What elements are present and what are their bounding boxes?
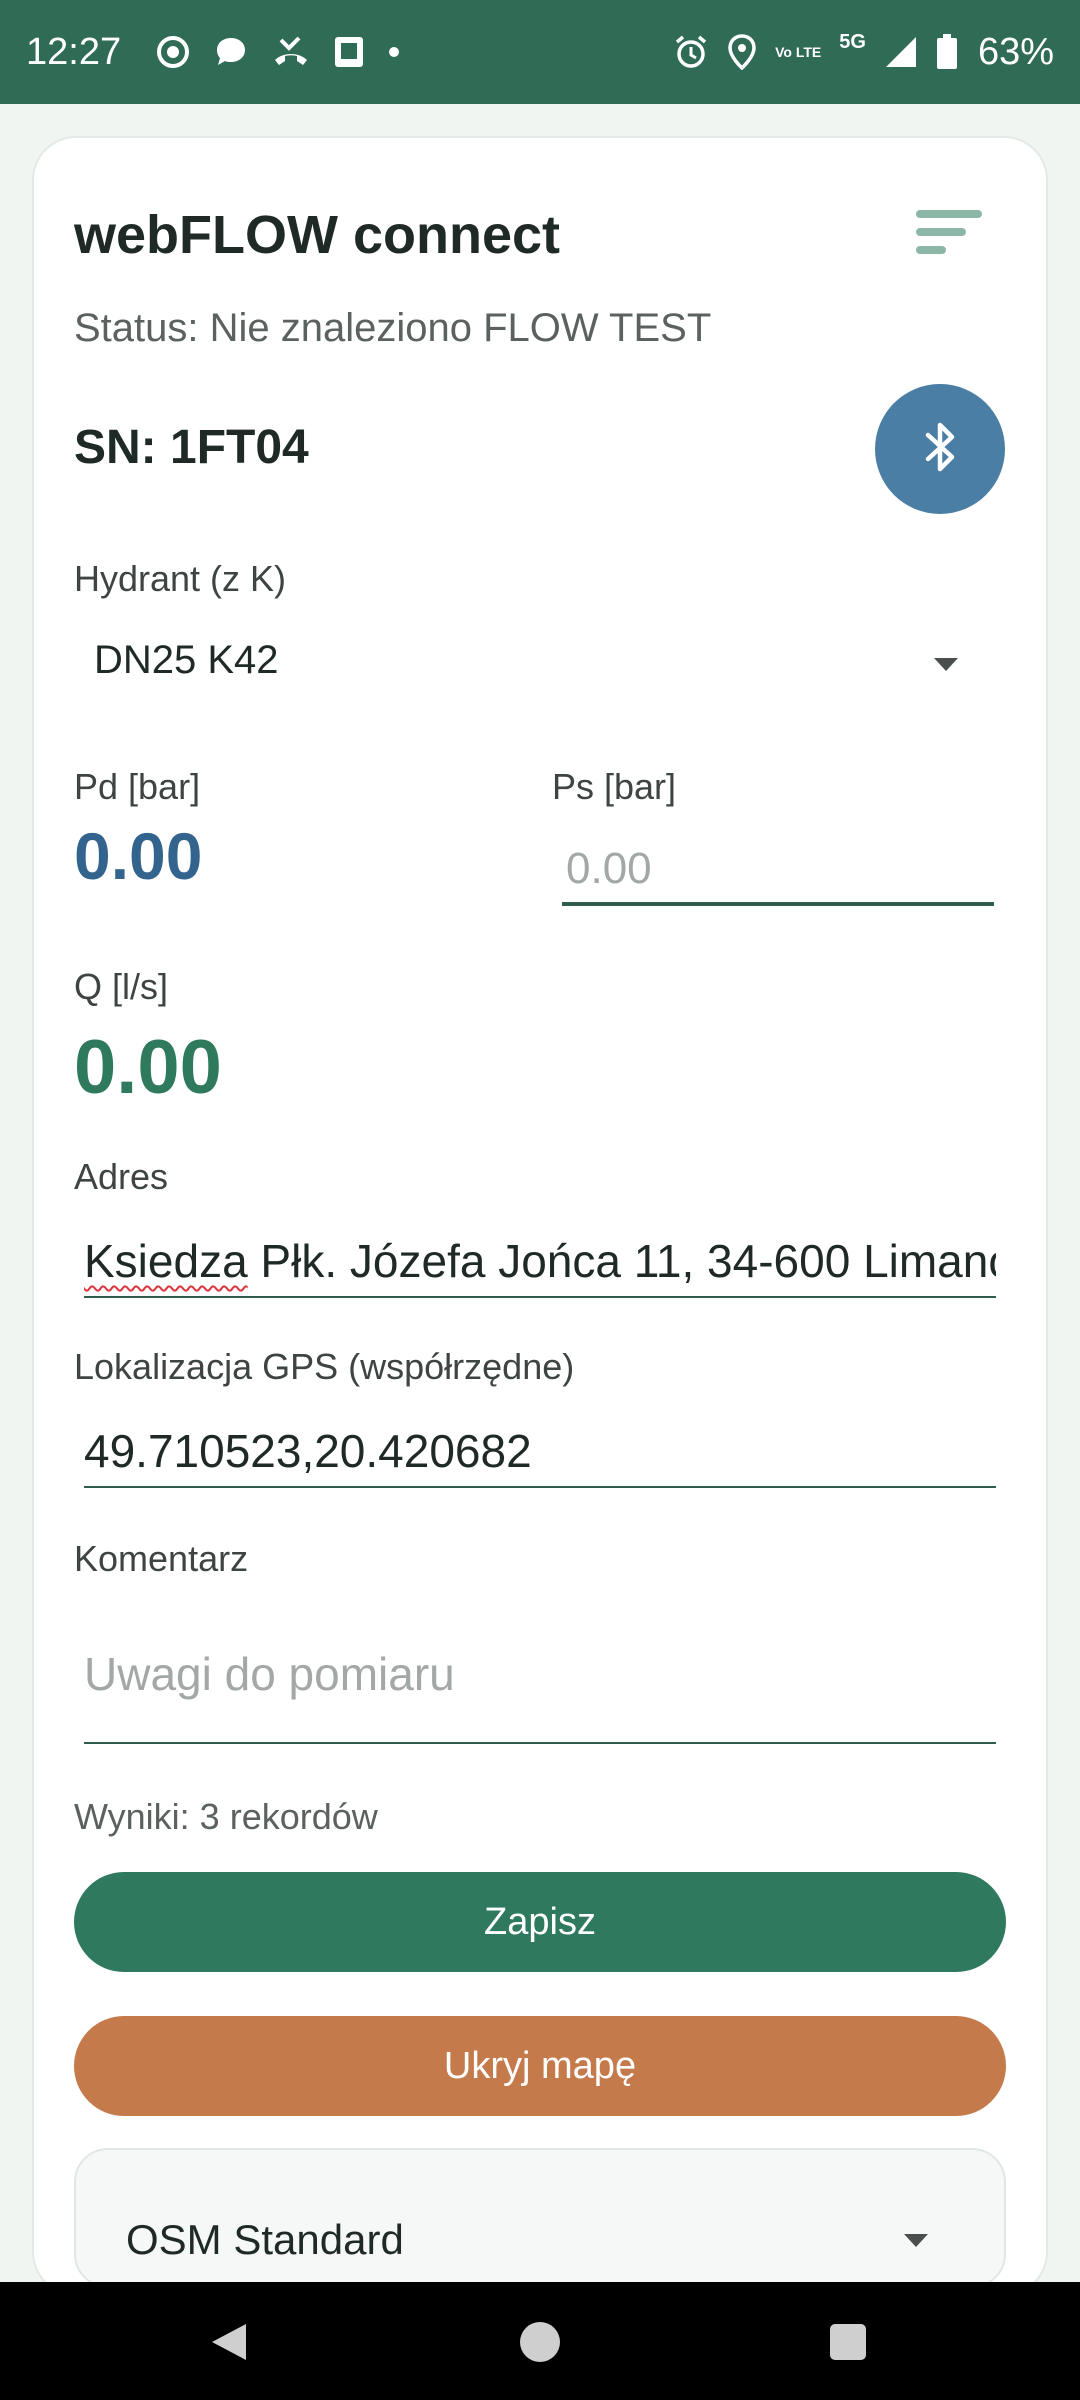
- ps-label: Ps [bar]: [552, 766, 677, 807]
- save-button[interactable]: Zapisz: [74, 1872, 1006, 1972]
- signal-icon: [884, 35, 918, 69]
- hydrant-label: Hydrant (z K): [74, 558, 287, 599]
- bluetooth-button[interactable]: [875, 384, 1005, 514]
- ps-input[interactable]: [562, 836, 994, 906]
- battery-percent: 63%: [977, 30, 1054, 73]
- alarm-icon: [673, 34, 709, 70]
- comment-field[interactable]: Uwagi do pomiaru: [84, 1620, 996, 1744]
- connection-status: Status: Nie znaleziono FLOW TEST: [74, 306, 712, 350]
- screen-record-icon: [155, 34, 191, 70]
- dot-icon: [387, 45, 401, 59]
- address-field[interactable]: Ksiedza Płk. Józefa Jońca 11, 34-600 Lim…: [84, 1226, 996, 1298]
- menu-icon[interactable]: [914, 208, 984, 263]
- recents-icon[interactable]: [828, 2322, 868, 2367]
- address-misspelled-word: Ksiedza: [84, 1235, 248, 1287]
- battery-icon: [936, 34, 958, 70]
- hide-map-button[interactable]: Ukryj mapę: [74, 2016, 1006, 2116]
- q-value: 0.00: [74, 1025, 222, 1110]
- back-icon[interactable]: [208, 2320, 250, 2369]
- notification-icons: [155, 34, 401, 70]
- chevron-down-icon: [904, 2234, 928, 2247]
- pd-label: Pd [bar]: [74, 766, 201, 807]
- status-time: 12:27: [26, 30, 122, 73]
- gallery-app-icon: [333, 35, 365, 69]
- results-count: Wyniki: 3 rekordów: [74, 1796, 378, 1837]
- gps-field[interactable]: 49.710523,20.420682: [84, 1418, 996, 1488]
- chat-bubble-icon: [213, 34, 249, 70]
- gps-label: Lokalizacja GPS (współrzędne): [74, 1346, 575, 1387]
- pd-value: 0.00: [74, 819, 203, 893]
- map-layer-select[interactable]: OSM Standard: [76, 2150, 1004, 2286]
- location-icon: [727, 34, 757, 70]
- map-layer-value: OSM Standard: [126, 2216, 404, 2263]
- comment-label: Komentarz: [74, 1538, 249, 1579]
- volte-icon: Vo LTE: [775, 44, 822, 60]
- chevron-down-icon: [934, 658, 958, 671]
- serial-number: SN: 1FT04: [74, 421, 309, 474]
- comment-placeholder: Uwagi do pomiaru: [84, 1648, 455, 1700]
- hydrant-selected-value: DN25 K42: [94, 638, 279, 682]
- q-label: Q [l/s]: [74, 966, 169, 1007]
- address-label: Adres: [74, 1156, 169, 1197]
- network-type: 5G: [839, 30, 866, 53]
- navigation-bar: [0, 2282, 1080, 2400]
- hydrant-select[interactable]: DN25 K42: [74, 620, 980, 708]
- missed-call-icon: [271, 34, 311, 70]
- bluetooth-icon: [920, 419, 960, 480]
- map-panel: OSM Standard: [74, 2148, 1006, 2288]
- address-text: Płk. Józefa Jońca 11, 34-600 Limanowa: [247, 1235, 996, 1287]
- app-title: webFLOW connect: [74, 205, 560, 265]
- home-icon[interactable]: [518, 2320, 562, 2369]
- gps-value: 49.710523,20.420682: [84, 1425, 532, 1477]
- status-bar: 12:27 Vo LTE 5G 63%: [0, 0, 1080, 104]
- system-icons: Vo LTE 5G 63%: [673, 31, 1054, 74]
